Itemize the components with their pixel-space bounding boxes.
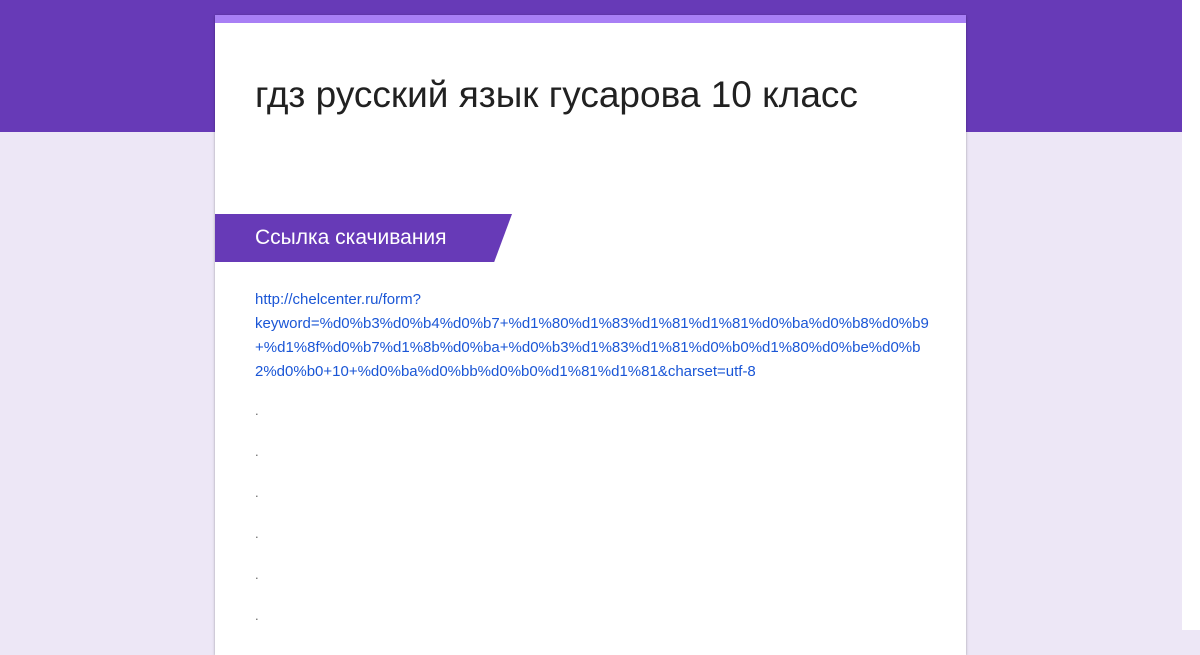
download-link-line-1: http://chelcenter.ru/form? [255, 291, 421, 308]
section-title: Ссылка скачивания [255, 226, 447, 249]
form-card: гдз русский язык гусарова 10 класс Ссылк… [215, 15, 966, 655]
dot-line: . [255, 608, 259, 623]
download-link-line-2: keyword=%d0%b3%d0%b4%d0%b7+%d1%80%d1%83%… [255, 315, 929, 380]
card-accent-bar [215, 15, 966, 23]
form-title: гдз русский язык гусарова 10 класс [255, 74, 858, 115]
dot-line: . [255, 485, 259, 500]
dot-line: . [255, 526, 259, 541]
dot-line: . [255, 567, 259, 582]
dot-line: . [255, 444, 259, 459]
dot-list: . . . . . . [255, 401, 355, 647]
section-header: Ссылка скачивания [215, 214, 512, 262]
download-link[interactable]: http://chelcenter.ru/form? keyword=%d0%b3… [255, 288, 930, 384]
dot-line: . [255, 403, 259, 418]
right-edge-strip [1182, 0, 1200, 630]
